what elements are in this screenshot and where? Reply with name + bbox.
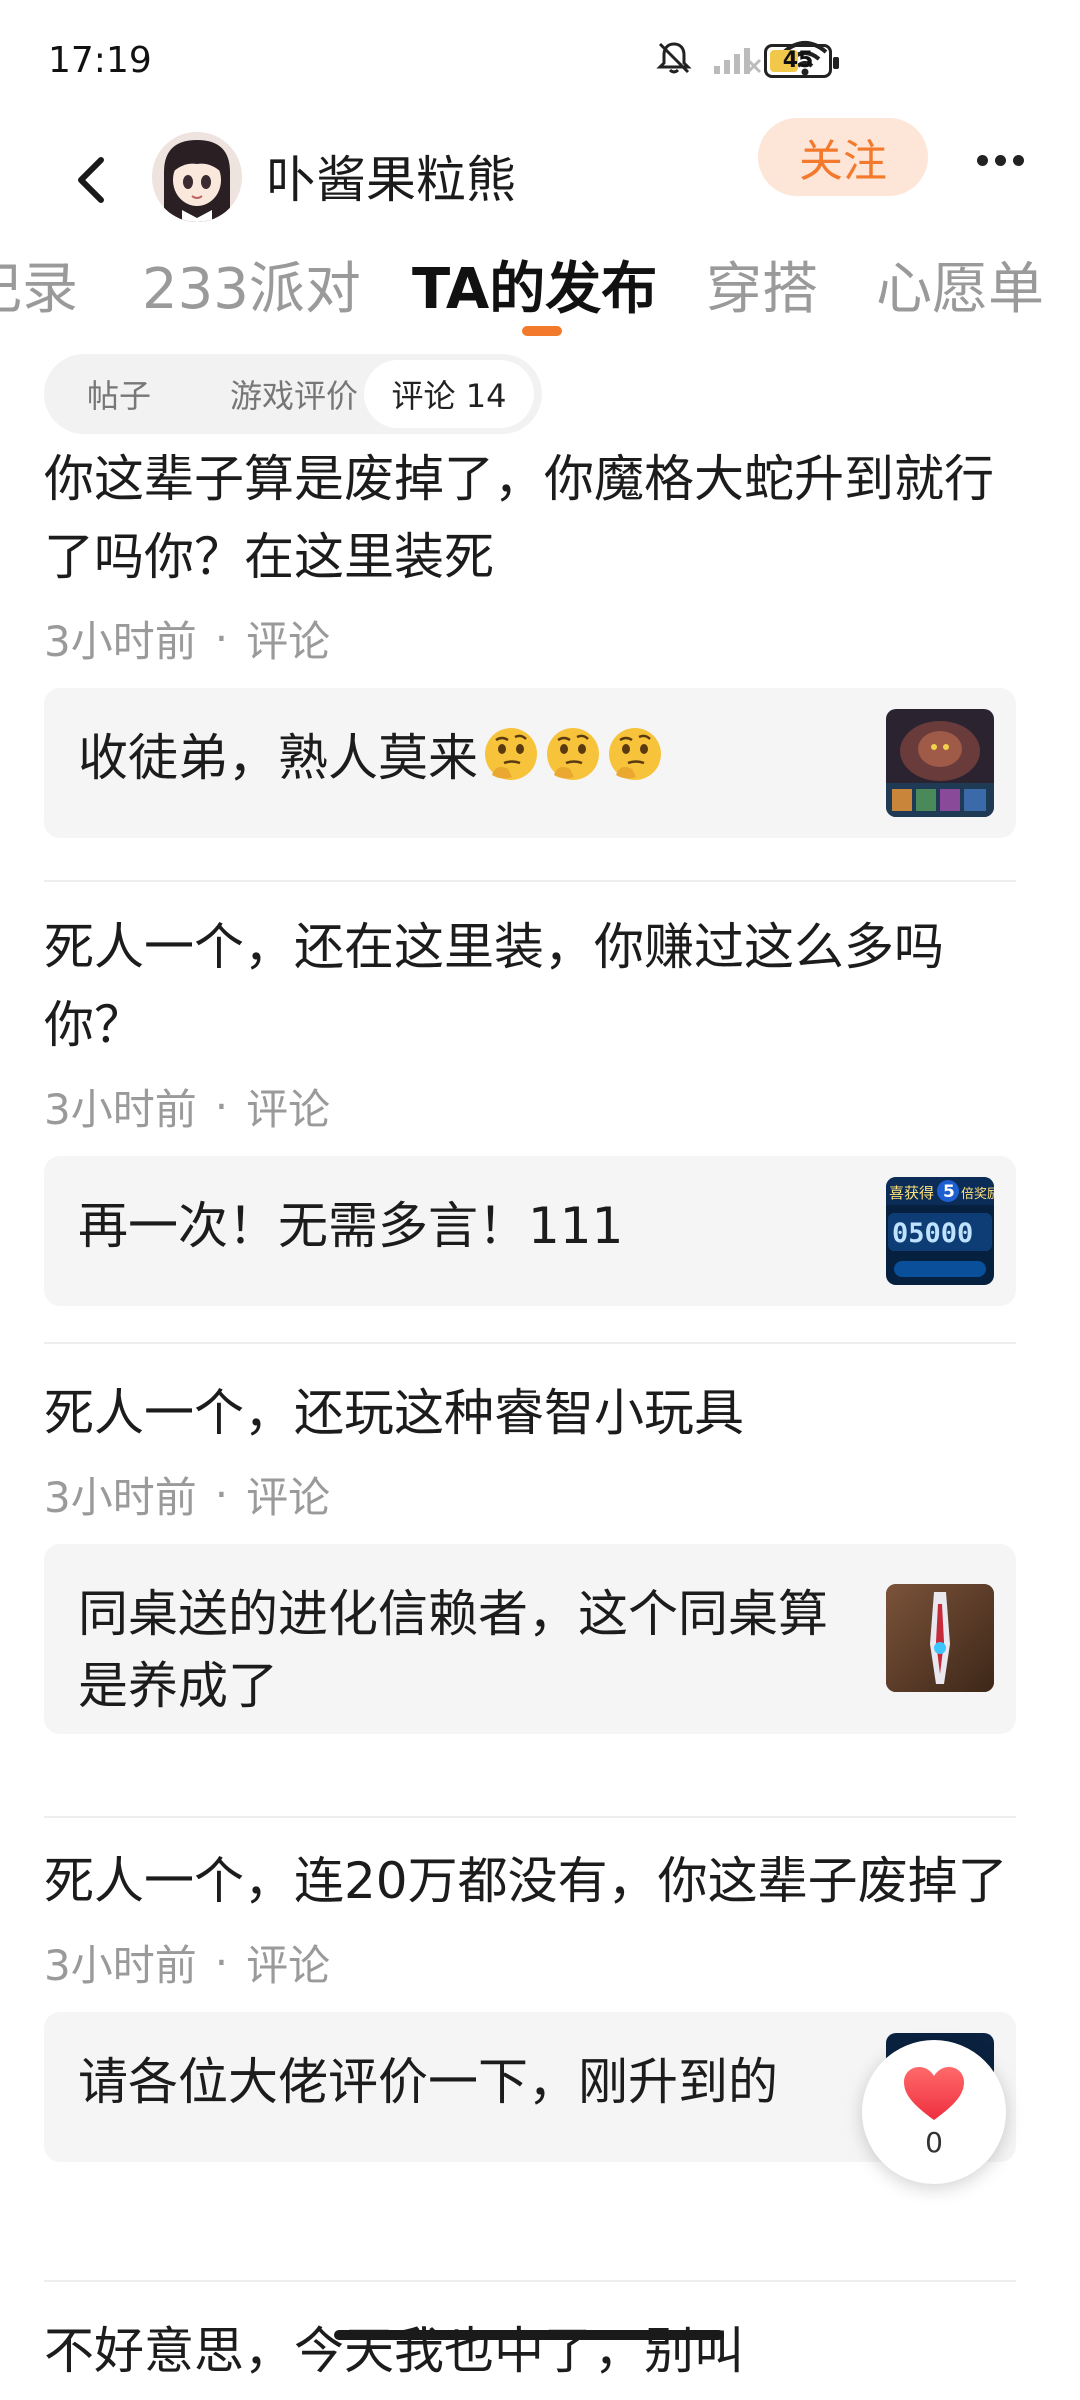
status-bar: 17:19 45 bbox=[0, 0, 1080, 120]
follow-button[interactable]: 关注 bbox=[758, 118, 928, 196]
more-icon bbox=[976, 154, 988, 166]
status-time: 17:19 bbox=[48, 40, 152, 81]
divider bbox=[44, 1816, 1016, 1818]
subtab-comments[interactable]: 评论 14 bbox=[364, 360, 534, 428]
meta-separator: · bbox=[214, 1937, 229, 1987]
comment-type: 评论 bbox=[246, 1940, 331, 1990]
list-item[interactable]: 死人一个，还玩这种睿智小玩具 3小时前 · 评论 同桌送的进化信赖者，这个同桌算… bbox=[44, 1374, 1036, 1734]
tab-wishlist[interactable]: 心愿单 bbox=[876, 244, 1044, 325]
bell-muted-icon bbox=[654, 38, 694, 78]
battery-level: 45 bbox=[782, 48, 814, 73]
post-thumbnail bbox=[886, 1584, 994, 1692]
comment-time: 3小时前 bbox=[44, 1940, 197, 1990]
tab-record[interactable]: 记录 bbox=[0, 244, 78, 325]
comment-text: 死人一个，还玩这种睿智小玩具 bbox=[44, 1384, 744, 1442]
quoted-post[interactable]: 同桌送的进化信赖者，这个同桌算是养成了 bbox=[44, 1544, 1016, 1734]
comment-time: 3小时前 bbox=[44, 616, 197, 666]
comment-type: 评论 bbox=[246, 616, 331, 666]
back-icon bbox=[78, 157, 104, 203]
divider bbox=[44, 1342, 1016, 1344]
like-count: 0 bbox=[925, 2125, 943, 2159]
comment-text: 你这辈子算是废掉了，你魔格大蛇升到就行了吗你？在这里装死 bbox=[44, 450, 994, 586]
quoted-post-text: 收徒弟，熟人莫来 bbox=[78, 729, 478, 787]
list-item[interactable]: 你这辈子算是废掉了，你魔格大蛇升到就行了吗你？在这里装死 3小时前 · 评论 收… bbox=[44, 440, 1036, 838]
quoted-post[interactable]: 再一次！无需多言！111 喜获得 5 倍奖励! 05000 bbox=[44, 1156, 1016, 1306]
meta-separator: · bbox=[214, 1081, 229, 1131]
thinking-emoji bbox=[547, 728, 599, 780]
profile-tabs: 记录 233派对 TA的发布 穿搭 心愿单 bbox=[0, 230, 1080, 340]
thinking-emoji bbox=[485, 728, 537, 780]
meta-separator: · bbox=[214, 613, 229, 663]
thumbnail-badge: 5 bbox=[943, 1182, 955, 1202]
thinking-emoji bbox=[609, 728, 661, 780]
username: 卟酱果粒熊 bbox=[266, 151, 516, 209]
comment-meta: 3小时前 · 评论 bbox=[44, 1074, 1036, 1138]
back-button[interactable] bbox=[60, 140, 120, 220]
thumbnail-caption: 喜获得 bbox=[889, 1184, 934, 1202]
profile-header: 卟酱果粒熊 关注 bbox=[0, 110, 1080, 250]
comment-text: 死人一个，连20万都没有，你这辈子废掉了 bbox=[44, 1852, 1008, 1910]
post-thumbnail: 喜获得 5 倍奖励! 05000 bbox=[886, 1177, 994, 1285]
comment-meta: 3小时前 · 评论 bbox=[44, 1462, 1036, 1526]
tab-party[interactable]: 233派对 bbox=[142, 244, 361, 325]
home-indicator[interactable] bbox=[334, 2330, 724, 2340]
comment-time: 3小时前 bbox=[44, 1084, 197, 1134]
quoted-post-text: 再一次！无需多言！111 bbox=[78, 1197, 624, 1255]
heart-icon bbox=[904, 2066, 964, 2120]
thumbnail-number: 05000 bbox=[892, 1218, 973, 1249]
comment-text: 不好意思，今天我也中了，别叫 bbox=[44, 2322, 744, 2380]
divider bbox=[44, 2280, 1016, 2282]
tab-posts[interactable]: TA的发布 bbox=[412, 244, 657, 325]
post-thumbnail bbox=[886, 709, 994, 817]
comment-text: 死人一个，还在这里装，你赚过这么多吗你？ bbox=[44, 918, 944, 1054]
avatar[interactable] bbox=[152, 132, 242, 222]
comment-meta: 3小时前 · 评论 bbox=[44, 606, 1036, 670]
like-button[interactable]: 0 bbox=[862, 2040, 1006, 2184]
signal-icon bbox=[712, 40, 762, 76]
list-item[interactable]: 死人一个，还在这里装，你赚过这么多吗你？ 3小时前 · 评论 再一次！无需多言！… bbox=[44, 908, 1036, 1306]
content-filter: 帖子 游戏评价 评论 14 bbox=[44, 354, 542, 434]
comment-type: 评论 bbox=[246, 1084, 331, 1134]
quoted-post[interactable]: 收徒弟，熟人莫来 bbox=[44, 688, 1016, 838]
list-item[interactable]: 不好意思，今天我也中了，别叫 bbox=[44, 2312, 1036, 2400]
comment-time: 3小时前 bbox=[44, 1472, 197, 1522]
comment-meta: 3小时前 · 评论 bbox=[44, 1930, 1036, 1994]
thumbnail-caption: 倍奖励! bbox=[961, 1187, 994, 1202]
meta-separator: · bbox=[214, 1469, 229, 1519]
quoted-post-text: 同桌送的进化信赖者，这个同桌算是养成了 bbox=[78, 1585, 828, 1715]
tab-outfit[interactable]: 穿搭 bbox=[706, 244, 818, 325]
more-button[interactable] bbox=[960, 130, 1040, 190]
tab-indicator bbox=[522, 326, 562, 336]
subtab-posts[interactable]: 帖子 bbox=[64, 354, 174, 434]
divider bbox=[44, 880, 1016, 882]
battery-icon: 45 bbox=[764, 44, 839, 78]
comment-type: 评论 bbox=[246, 1472, 331, 1522]
